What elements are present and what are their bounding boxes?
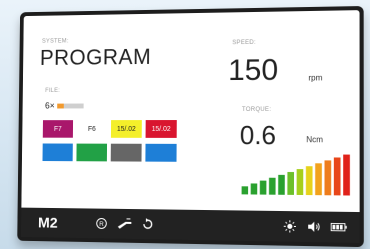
torque-scale-bar: [343, 154, 350, 196]
rotate-icon[interactable]: [140, 216, 156, 232]
file-progress-fill: [57, 103, 65, 108]
volume-icon[interactable]: [306, 218, 322, 235]
torque-scale-bar: [268, 177, 276, 195]
file-chip[interactable]: [145, 143, 177, 162]
system-value: PROGRAM: [39, 44, 152, 70]
mode-indicator: M2: [37, 214, 58, 232]
file-sequence-grid: F7 F6 15/.02 15/.02: [42, 120, 177, 162]
svg-text:R: R: [99, 221, 104, 228]
torque-scale-bar: [250, 183, 258, 195]
torque-scale-bar: [324, 160, 332, 196]
torque-scale-bar: [333, 157, 341, 196]
file-indicator: 6×: [44, 100, 84, 111]
file-label: FILE:: [45, 88, 61, 94]
file-chip[interactable]: 15/.02: [145, 120, 177, 138]
torque-scale-bar: [259, 180, 267, 195]
battery-icon: [331, 219, 348, 236]
status-bar: M2 R: [21, 207, 360, 243]
file-chip[interactable]: 15/.02: [110, 120, 142, 138]
speed-label: SPEED:: [232, 39, 256, 47]
speed-value: 150: [228, 53, 279, 88]
torque-label: TORQUE:: [241, 106, 272, 113]
file-count: 6×: [44, 100, 55, 111]
torque-scale-bar: [287, 171, 295, 195]
file-chip[interactable]: F7: [42, 120, 74, 138]
torque-scale-bar: [305, 166, 313, 196]
file-chip[interactable]: F6: [76, 120, 108, 138]
speed-unit: rpm: [308, 73, 323, 83]
torque-scale-bar: [278, 174, 285, 195]
file-chip[interactable]: [110, 143, 142, 162]
file-chip[interactable]: [42, 143, 73, 162]
torque-value: 0.6: [239, 119, 277, 151]
torque-unit: Ncm: [306, 135, 324, 145]
file-progress-bar: [57, 103, 84, 108]
device-frame: SYSTEM: PROGRAM FILE: 6× F7 F6 15/.02 15/.0…: [17, 6, 364, 248]
registered-icon[interactable]: R: [94, 215, 109, 231]
display-screen: SYSTEM: PROGRAM FILE: 6× F7 F6 15/.02 15/.0…: [21, 10, 360, 213]
torque-scale-bar: [315, 163, 322, 196]
system-label: SYSTEM:: [41, 38, 69, 45]
foot-pedal-icon[interactable]: [117, 216, 133, 232]
torque-scale-bar: [241, 186, 249, 195]
file-chip[interactable]: [76, 143, 108, 162]
torque-scale-bars: [241, 154, 350, 196]
torque-scale-bar: [296, 169, 304, 196]
brightness-icon[interactable]: [282, 218, 298, 235]
